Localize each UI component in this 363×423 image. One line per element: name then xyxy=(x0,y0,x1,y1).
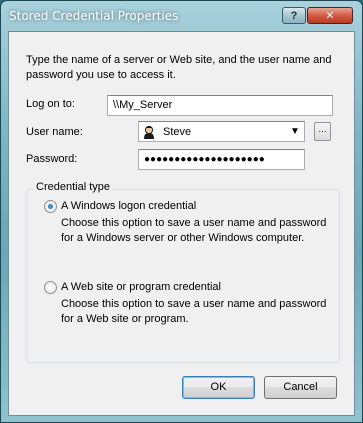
close-button[interactable]: ✕ xyxy=(307,7,353,24)
username-label: User name: xyxy=(26,126,83,138)
browse-users-button[interactable]: ... xyxy=(314,122,331,141)
user-icon xyxy=(141,123,157,140)
cancel-button[interactable]: Cancel xyxy=(264,376,337,399)
ok-button[interactable]: OK xyxy=(182,376,255,399)
help-button[interactable]: ? xyxy=(282,7,306,24)
windows-credential-description: Choose this option to save a user name a… xyxy=(61,217,327,244)
username-value: Steve xyxy=(163,125,192,138)
title-bar[interactable]: Stored Credential Properties ? ✕ xyxy=(1,1,362,31)
password-label: Password: xyxy=(26,153,78,165)
logon-input[interactable]: \\My_Server xyxy=(107,95,333,116)
credential-type-title: Credential type xyxy=(34,181,112,193)
web-credential-description: Choose this option to save a user name a… xyxy=(61,298,327,325)
windows-credential-radio[interactable] xyxy=(44,200,57,213)
web-credential-label[interactable]: A Web site or program credential xyxy=(61,281,221,293)
username-combobox[interactable]: Steve ▼ xyxy=(138,121,305,142)
window-title: Stored Credential Properties xyxy=(9,9,179,23)
dialog-client-area: Type the name of a server or Web site, a… xyxy=(8,31,355,416)
web-credential-radio[interactable] xyxy=(44,281,57,294)
password-input[interactable]: ●●●●●●●●●●●●●●●●●●●● xyxy=(138,149,305,170)
chevron-down-icon[interactable]: ▼ xyxy=(288,126,302,137)
dialog-window: Stored Credential Properties ? ✕ Type th… xyxy=(0,0,363,423)
logon-label: Log on to: xyxy=(26,98,75,110)
instructions-text: Type the name of a server or Web site, a… xyxy=(26,54,332,81)
windows-credential-label[interactable]: A Windows logon credential xyxy=(61,200,196,212)
